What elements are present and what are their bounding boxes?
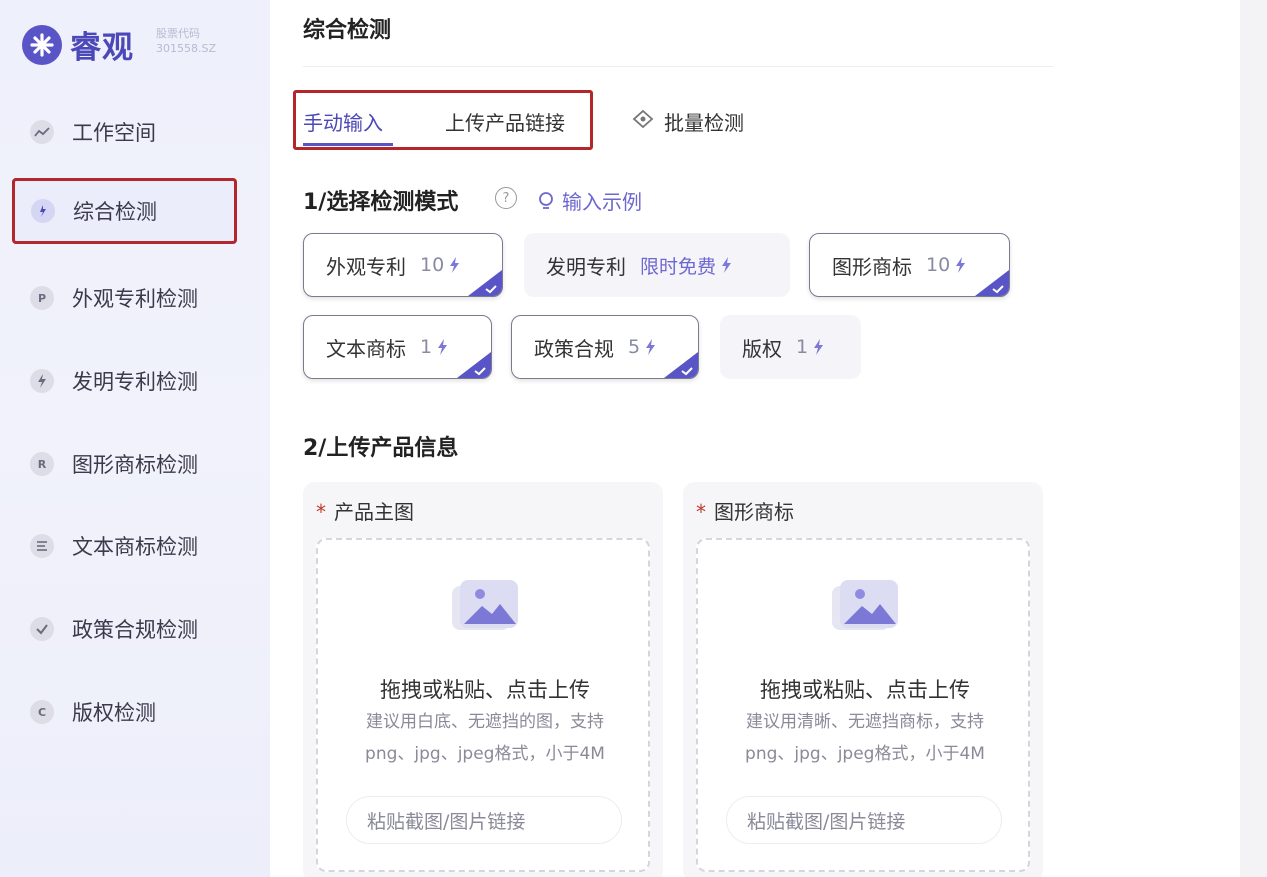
sidebar-item-label: 文本商标检测: [72, 535, 198, 559]
sidebar-item-label: 发明专利检测: [72, 370, 198, 394]
stock-code: 301558.SZ: [156, 42, 217, 55]
upload-label: * 产品主图: [316, 496, 414, 525]
bolt-icon: [814, 339, 824, 355]
sidebar-item-text-trademark[interactable]: 文本商标检测: [14, 516, 236, 576]
sidebar-item-comprehensive[interactable]: 综合检测: [12, 178, 237, 244]
p-badge-icon: P: [30, 286, 54, 310]
sidebar-item-invention-patent[interactable]: 发明专利检测: [14, 351, 236, 411]
bolt-icon: [722, 257, 732, 273]
bolt-icon: [956, 257, 966, 273]
paste-link-input[interactable]: 粘贴截图/图片链接: [346, 796, 622, 844]
example-link-label: 输入示例: [562, 190, 642, 214]
tab-manual-input[interactable]: 手动输入: [303, 107, 383, 136]
mode-cost: 限时免费: [640, 255, 717, 278]
sidebar-item-label: 外观专利检测: [72, 287, 198, 311]
mode-card-copyright[interactable]: 版权 1: [720, 315, 861, 379]
check-icon: [474, 367, 486, 376]
mode-card-policy-compliance[interactable]: 政策合规 5: [511, 315, 699, 379]
tab-upload-link[interactable]: 上传产品链接: [445, 107, 565, 136]
bolt-icon: [450, 257, 460, 273]
check-icon: [485, 285, 497, 294]
mode-name: 发明专利: [546, 254, 626, 279]
question-icon[interactable]: ?: [495, 187, 517, 209]
drop-hint-line2: png、jpg、jpeg格式，小于4M: [745, 744, 985, 764]
scroll-track[interactable]: [1240, 0, 1267, 877]
mode-name: 图形商标: [832, 254, 912, 279]
sidebar-item-label: 综合检测: [73, 200, 157, 224]
mode-cost: 10: [420, 254, 445, 276]
bolt-badge-icon: [30, 369, 54, 393]
diamond-icon: [632, 108, 654, 130]
drop-hint-line1: 建议用白底、无遮挡的图，支持: [366, 712, 604, 732]
drop-title: 拖拽或粘贴、点击上传: [760, 678, 970, 702]
sidebar-item-workspace[interactable]: 工作空间: [14, 102, 236, 162]
logo[interactable]: 睿观: [22, 22, 134, 67]
sidebar-item-label: 政策合规检测: [72, 618, 198, 642]
required-mark: *: [696, 500, 706, 524]
mode-card-text-trademark[interactable]: 文本商标 1: [303, 315, 492, 379]
drop-title: 拖拽或粘贴、点击上传: [380, 678, 590, 702]
mode-card-invention-patent[interactable]: 发明专利 限时免费: [524, 233, 790, 297]
image-placeholder-icon: [832, 580, 898, 630]
mode-cost: 5: [628, 336, 641, 358]
mode-card-graphic-trademark[interactable]: 图形商标 10: [809, 233, 1010, 297]
search-bolt-icon: [31, 199, 55, 223]
upload-label: * 图形商标: [696, 496, 794, 525]
sidebar-item-graphic-trademark[interactable]: R 图形商标检测: [14, 434, 236, 494]
mode-cost: 1: [420, 336, 433, 358]
brand-name: 睿观: [70, 30, 134, 66]
bolt-icon: [646, 339, 656, 355]
upload-label-text: 图形商标: [714, 500, 794, 524]
sidebar: 睿观 股票代码 301558.SZ 工作空间 综合检测 P 外观专利检测 发明专…: [0, 0, 270, 877]
lightbulb-icon: [539, 191, 553, 209]
drop-hint-line2: png、jpg、jpeg格式，小于4M: [365, 744, 605, 764]
check-icon: [681, 367, 693, 376]
example-link[interactable]: 输入示例: [536, 186, 642, 215]
r-badge-icon: R: [30, 452, 54, 476]
mode-name: 外观专利: [326, 254, 406, 279]
mode-cost: 10: [926, 254, 951, 276]
page-title: 综合检测: [303, 18, 392, 43]
sidebar-item-copyright[interactable]: C 版权检测: [14, 682, 236, 742]
sidebar-item-label: 工作空间: [72, 121, 156, 145]
mode-name: 文本商标: [326, 336, 406, 361]
c-badge-icon: C: [30, 700, 54, 724]
drop-zone-product-image[interactable]: 拖拽或粘贴、点击上传 建议用白底、无遮挡的图，支持 png、jpg、jpeg格式…: [316, 538, 650, 872]
mode-card-design-patent[interactable]: 外观专利 10: [303, 233, 503, 297]
tab-batch-detect[interactable]: 批量检测: [664, 107, 744, 136]
sidebar-item-design-patent[interactable]: P 外观专利检测: [14, 268, 236, 328]
mode-name: 版权: [742, 336, 782, 361]
check-icon: [992, 285, 1004, 294]
text-lines-icon: [30, 534, 54, 558]
asterisk-logo-icon: [22, 24, 62, 65]
image-placeholder-icon: [452, 580, 518, 630]
sidebar-item-label: 版权检测: [72, 701, 156, 725]
required-mark: *: [316, 500, 326, 524]
sidebar-item-label: 图形商标检测: [72, 453, 198, 477]
step2-title: 2/上传产品信息: [303, 436, 459, 461]
mode-name: 政策合规: [534, 336, 614, 361]
shield-check-icon: [30, 617, 54, 641]
drop-zone-graphic-trademark[interactable]: 拖拽或粘贴、点击上传 建议用清晰、无遮挡商标，支持 png、jpg、jpeg格式…: [696, 538, 1030, 872]
upload-label-text: 产品主图: [334, 500, 414, 524]
stock-info: 股票代码 301558.SZ: [156, 26, 216, 56]
stock-label: 股票代码: [156, 27, 200, 40]
drop-hint-line1: 建议用清晰、无遮挡商标，支持: [746, 712, 984, 732]
bolt-icon: [438, 339, 448, 355]
step1-title: 1/选择检测模式: [303, 190, 459, 215]
chart-icon: [30, 120, 54, 144]
sidebar-item-policy-compliance[interactable]: 政策合规检测: [14, 599, 236, 659]
active-tab-indicator: [303, 143, 393, 146]
mode-cost: 1: [796, 336, 809, 358]
paste-link-input[interactable]: 粘贴截图/图片链接: [726, 796, 1002, 844]
divider: [303, 66, 1053, 67]
